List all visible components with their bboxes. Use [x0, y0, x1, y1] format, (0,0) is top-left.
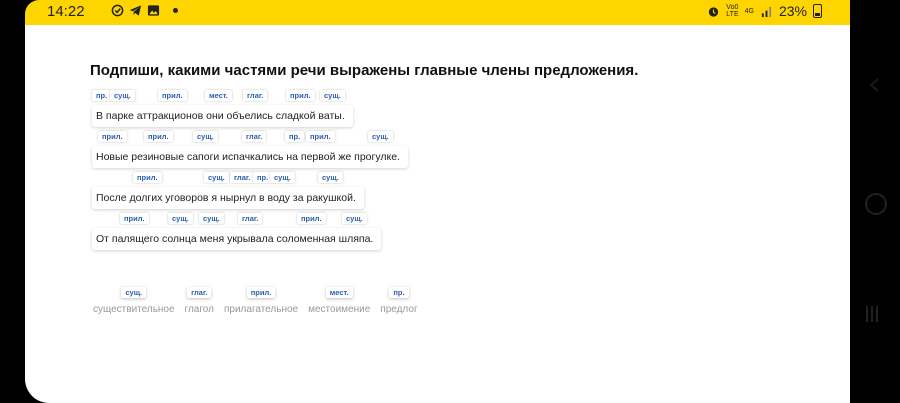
back-chevron-icon[interactable]	[868, 78, 882, 92]
volte-label: Vo0	[726, 4, 739, 11]
palette-tag[interactable]: прил.	[246, 287, 276, 298]
tag[interactable]: глаг.	[238, 213, 263, 224]
tag[interactable]: пр.	[285, 131, 305, 142]
tag[interactable]: прил.	[158, 90, 187, 101]
tag[interactable]: сущ.	[193, 131, 218, 142]
image-icon	[147, 5, 160, 16]
sentence-text: После долгих уговоров я нырнул в воду за…	[92, 187, 364, 209]
tag[interactable]: сущ.	[320, 90, 345, 101]
palette-item-preposition[interactable]: пр. предлог	[380, 287, 418, 315]
tag[interactable]: прил.	[120, 213, 149, 224]
tag[interactable]: прил.	[144, 131, 173, 142]
check-circle-icon	[111, 4, 124, 17]
status-left-icons	[111, 4, 178, 17]
palette-tag[interactable]: пр.	[389, 287, 409, 298]
status-time: 14:22	[47, 3, 85, 20]
network-gen: 4G	[744, 7, 754, 15]
palette-item-pronoun[interactable]: мест. местоимение	[308, 287, 370, 315]
tag[interactable]: сущ.	[199, 213, 224, 224]
tag[interactable]: прил.	[306, 131, 335, 142]
palette-tag[interactable]: глаг.	[187, 287, 212, 298]
tag[interactable]: глаг.	[242, 131, 267, 142]
task-screen: Подпиши, какими частями речи выражены гл…	[25, 25, 850, 403]
volte-indicator: Vo0 LTE	[726, 4, 738, 18]
sentence-text: Новые резиновые сапоги испачкались на пе…	[92, 146, 408, 168]
sentence-text: В парке аттракционов они объелись сладко…	[92, 105, 353, 127]
tag[interactable]: мест.	[205, 90, 232, 101]
tag[interactable]: прил.	[286, 90, 315, 101]
palette-tag[interactable]: мест.	[325, 287, 353, 298]
palette-tag[interactable]: сущ.	[121, 287, 147, 298]
task-title: Подпиши, какими частями речи выражены гл…	[90, 62, 639, 79]
home-circle-icon[interactable]	[865, 193, 887, 215]
palette-item-noun[interactable]: сущ. существительное	[93, 287, 175, 315]
tag[interactable]: пр.	[92, 90, 112, 101]
lte-label: LTE	[726, 11, 739, 18]
tag[interactable]: сущ.	[204, 172, 229, 183]
tag[interactable]: прил.	[297, 213, 326, 224]
tag-palette: сущ. существительное глаг. глагол прил. …	[93, 287, 418, 315]
tag[interactable]: сущ.	[318, 172, 343, 183]
signal-icon	[761, 6, 772, 17]
status-right: Vo0 LTE 4G 23%	[707, 3, 822, 19]
status-bar: 14:22 Vo0 LTE 4G 23%	[25, 0, 850, 25]
palette-item-verb[interactable]: глаг. глагол	[185, 287, 214, 315]
recents-lines-icon[interactable]	[866, 306, 878, 322]
palette-label: глагол	[184, 304, 214, 315]
tag[interactable]: глаг.	[243, 90, 268, 101]
palette-item-adjective[interactable]: прил. прилагательное	[224, 287, 298, 315]
palette-label: существительное	[93, 304, 175, 315]
battery-percent: 23%	[778, 3, 807, 19]
tag[interactable]: сущ.	[168, 213, 193, 224]
sentence-text: От палящего солнца меня укрывала соломен…	[92, 228, 382, 250]
tag[interactable]: сущ.	[342, 213, 367, 224]
battery-icon	[813, 4, 822, 18]
palette-label: местоимение	[308, 304, 371, 315]
tag[interactable]: сущ.	[110, 90, 135, 101]
sentence-4: прил. сущ. сущ. глаг. прил. сущ. От паля…	[92, 213, 432, 280]
tag[interactable]: прил.	[98, 131, 127, 142]
tag[interactable]: глаг.	[230, 172, 255, 183]
alarm-icon	[709, 6, 719, 17]
telegram-icon	[129, 5, 142, 16]
palette-label: прилагательное	[223, 304, 299, 315]
tag[interactable]: прил.	[133, 172, 162, 183]
palette-label: предлог	[380, 304, 418, 315]
notification-dot-icon	[173, 8, 178, 13]
tag[interactable]: сущ.	[368, 131, 393, 142]
tag[interactable]: сущ.	[270, 172, 295, 183]
